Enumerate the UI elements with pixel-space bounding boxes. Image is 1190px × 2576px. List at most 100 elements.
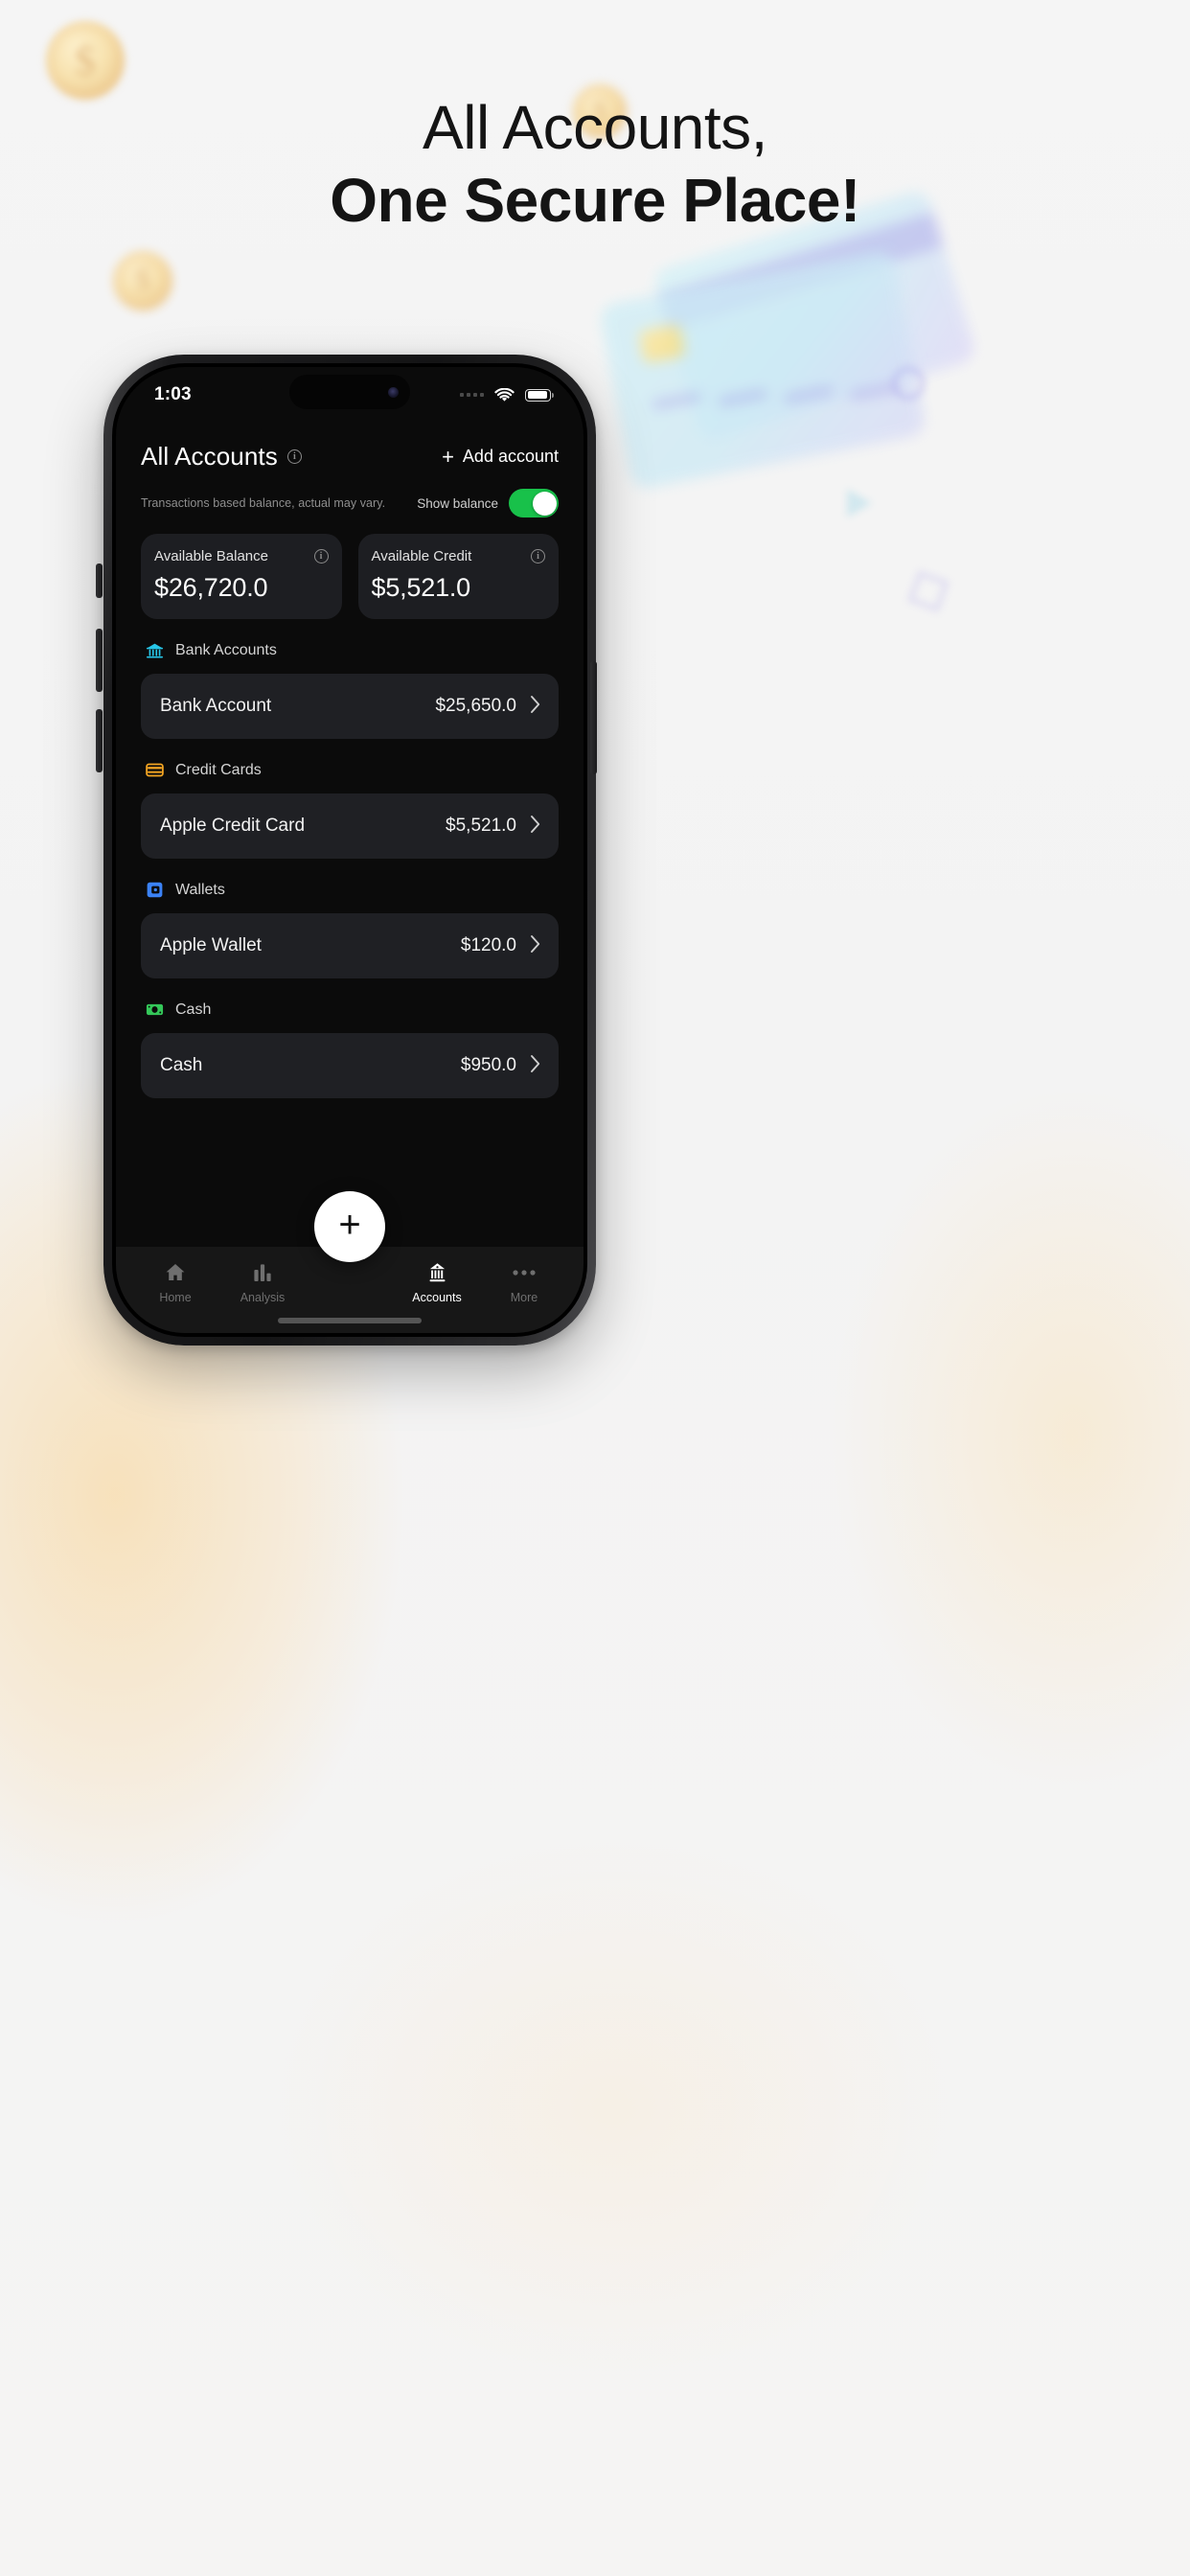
- account-meta: $950.0: [461, 1054, 541, 1078]
- headline-line-1: All Accounts,: [423, 93, 767, 162]
- show-balance-group: Show balance: [417, 489, 559, 518]
- account-amount: $25,650.0: [435, 696, 516, 716]
- summary-cards: Available Balance i $26,720.0 Available …: [141, 534, 559, 619]
- show-balance-toggle[interactable]: [509, 489, 559, 518]
- tab-analysis[interactable]: Analysis: [222, 1260, 303, 1304]
- account-name: Apple Wallet: [160, 935, 262, 955]
- card-number-group: [783, 385, 835, 404]
- tab-label: Accounts: [412, 1291, 462, 1304]
- bank-icon: [145, 640, 165, 660]
- section-header: Bank Accounts: [141, 640, 559, 660]
- phone-volume-down-button[interactable]: [96, 709, 103, 772]
- card-value: $5,521.0: [371, 573, 471, 602]
- plus-icon: +: [442, 444, 454, 469]
- decorative-coin-icon: [46, 21, 125, 100]
- status-bar-indicators: [460, 387, 554, 402]
- card-number-group: [717, 388, 768, 407]
- cellular-signal-icon: [460, 393, 484, 397]
- card-label: Available Credit: [371, 548, 472, 564]
- phone-mockup: 1:03 All Accounts i + Add account Transa…: [103, 355, 596, 1346]
- account-amount: $950.0: [460, 1055, 516, 1075]
- add-account-label: Add account: [462, 447, 559, 466]
- phone-power-button[interactable]: [590, 661, 597, 774]
- section-bank-accounts: Bank Accounts Bank Account $25,650.0: [141, 640, 559, 739]
- card-number-group: [652, 391, 702, 410]
- account-name: Bank Account: [160, 696, 272, 716]
- toggle-knob: [532, 491, 557, 516]
- balance-note-row: Transactions based balance, actual may v…: [141, 489, 559, 518]
- available-balance-card[interactable]: Available Balance i $26,720.0: [141, 534, 342, 619]
- chevron-right-icon: [530, 1054, 541, 1078]
- headline-line-2: One Secure Place!: [330, 165, 860, 235]
- decorative-ring-shape: [891, 366, 926, 401]
- account-row-apple-credit-card[interactable]: Apple Credit Card $5,521.0: [141, 794, 559, 859]
- balance-disclaimer: Transactions based balance, actual may v…: [141, 496, 386, 510]
- wifi-icon: [494, 387, 515, 402]
- page-title: All Accounts: [141, 442, 278, 471]
- card-chip-icon: [637, 323, 686, 364]
- cash-icon: [145, 1000, 165, 1020]
- add-account-button[interactable]: + Add account: [442, 444, 559, 469]
- bank-icon: [425, 1260, 449, 1285]
- card-header: Available Balance i: [154, 548, 329, 564]
- battery-icon: [525, 388, 554, 402]
- add-transaction-fab[interactable]: +: [314, 1191, 385, 1262]
- section-title: Cash: [175, 1000, 212, 1018]
- tab-accounts[interactable]: Accounts: [397, 1260, 477, 1304]
- tab-label: Analysis: [240, 1291, 286, 1304]
- section-header: Cash: [141, 1000, 559, 1020]
- section-header: Credit Cards: [141, 760, 559, 780]
- tab-more[interactable]: More: [484, 1260, 564, 1304]
- section-title: Credit Cards: [175, 761, 262, 778]
- account-amount: $120.0: [460, 935, 516, 955]
- plus-icon: +: [338, 1204, 361, 1246]
- phone-bezel: 1:03 All Accounts i + Add account Transa…: [112, 363, 587, 1337]
- info-icon[interactable]: i: [313, 549, 329, 564]
- section-header: Wallets: [141, 880, 559, 900]
- account-meta: $5,521.0: [446, 815, 541, 839]
- phone-volume-up-button[interactable]: [96, 629, 103, 692]
- card-label: Available Balance: [154, 548, 268, 564]
- app-header: All Accounts i + Add account: [141, 442, 559, 472]
- chevron-right-icon: [530, 815, 541, 839]
- account-row-bank-account[interactable]: Bank Account $25,650.0: [141, 674, 559, 739]
- decorative-coin-icon: [113, 251, 172, 310]
- section-title: Wallets: [175, 881, 225, 898]
- tab-label: Home: [159, 1291, 192, 1304]
- account-row-cash[interactable]: Cash $950.0: [141, 1033, 559, 1098]
- chevron-right-icon: [530, 934, 541, 958]
- account-name: Cash: [160, 1055, 203, 1075]
- account-meta: $25,650.0: [435, 695, 541, 719]
- account-row-apple-wallet[interactable]: Apple Wallet $120.0: [141, 913, 559, 978]
- account-amount: $5,521.0: [446, 816, 516, 836]
- card-value: $26,720.0: [154, 573, 268, 602]
- tab-home[interactable]: Home: [135, 1260, 216, 1304]
- dynamic-island: [289, 375, 410, 409]
- tab-label: More: [510, 1291, 538, 1304]
- account-name: Apple Credit Card: [160, 816, 306, 836]
- status-bar-clock: 1:03: [154, 384, 192, 404]
- decorative-triangle-shape: [847, 489, 872, 518]
- page-title-group: All Accounts i: [141, 442, 302, 472]
- phone-mute-switch[interactable]: [96, 564, 103, 598]
- section-wallets: Wallets Apple Wallet $120.0: [141, 880, 559, 978]
- show-balance-label: Show balance: [417, 495, 498, 511]
- available-credit-card[interactable]: Available Credit i $5,521.0: [357, 534, 559, 619]
- app-content: All Accounts i + Add account Transaction…: [116, 442, 584, 1098]
- wallet-icon: [145, 880, 165, 900]
- phone-screen: 1:03 All Accounts i + Add account Transa…: [116, 367, 584, 1333]
- section-credit-cards: Credit Cards Apple Credit Card $5,521.0: [141, 760, 559, 859]
- home-icon: [163, 1260, 188, 1285]
- account-meta: $120.0: [461, 934, 541, 958]
- section-title: Bank Accounts: [175, 641, 277, 658]
- bar-chart-icon: [251, 1260, 274, 1285]
- status-bar: 1:03: [116, 367, 584, 423]
- card-header: Available Credit i: [371, 548, 545, 564]
- info-icon[interactable]: i: [531, 549, 545, 564]
- home-indicator[interactable]: [278, 1318, 422, 1323]
- marketing-headline: All Accounts, One Secure Place!: [0, 92, 1190, 237]
- info-icon[interactable]: i: [286, 449, 302, 464]
- chevron-right-icon: [530, 695, 541, 719]
- section-cash: Cash Cash $950.0: [141, 1000, 559, 1098]
- credit-card-icon: [145, 760, 165, 780]
